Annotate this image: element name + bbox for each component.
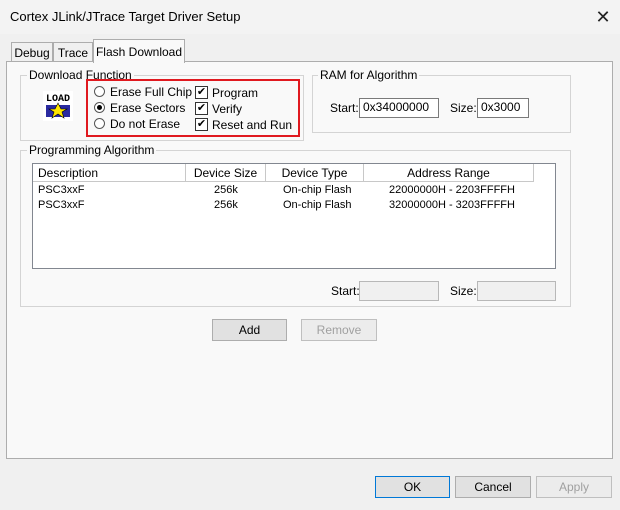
window-title: Cortex JLink/JTrace Target Driver Setup [10,9,241,24]
tab-label: Flash Download [95,44,183,59]
tab-trace[interactable]: Trace [53,42,93,62]
ok-button[interactable]: OK [375,476,450,498]
algorithm-size-field[interactable] [477,281,556,301]
ram-for-algorithm-label: RAM for Algorithm [318,68,420,82]
cancel-button[interactable]: Cancel [455,476,531,498]
add-button[interactable]: Add [212,319,287,341]
cell-device-type: On-chip Flash [283,184,352,196]
ram-start-field[interactable]: 0x34000000 [359,98,439,118]
tab-debug[interactable]: Debug [11,42,53,62]
cell-device-size: 256k [214,184,238,196]
tab-flash-download[interactable]: Flash Download [93,39,185,63]
ram-start-label: Start: [330,101,359,115]
column-header-description[interactable]: Description [33,164,186,182]
programming-algorithm-label: Programming Algorithm [27,143,157,157]
column-header-device-size[interactable]: Device Size [186,164,266,182]
table-row[interactable]: PSC3xxF 256k On-chip Flash 32000000H - 3… [33,198,555,213]
algorithm-size-label: Size: [450,284,477,298]
tab-label: Debug [14,45,50,60]
column-header-address-range[interactable]: Address Range [364,164,534,182]
cell-description: PSC3xxF [38,184,85,196]
cell-description: PSC3xxF [38,199,85,211]
column-header-device-type[interactable]: Device Type [266,164,364,182]
algorithm-list[interactable]: Description Device Size Device Type Addr… [32,163,556,269]
remove-button[interactable]: Remove [301,319,377,341]
ram-size-field[interactable]: 0x3000 [477,98,529,118]
algorithm-start-label: Start: [331,284,360,298]
cell-device-type: On-chip Flash [283,199,352,211]
load-icon: LOAD [42,90,74,122]
highlight-box [86,79,300,137]
close-icon[interactable]: ✕ [590,4,616,30]
cell-address-range: 32000000H - 3203FFFFH [389,199,515,211]
cell-device-size: 256k [214,199,238,211]
tab-label: Trace [57,45,89,60]
algorithm-start-field[interactable] [359,281,439,301]
ram-size-label: Size: [450,101,477,115]
table-row[interactable]: PSC3xxF 256k On-chip Flash 22000000H - 2… [33,183,555,198]
apply-button[interactable]: Apply [536,476,612,498]
cell-address-range: 22000000H - 2203FFFFH [389,184,515,196]
